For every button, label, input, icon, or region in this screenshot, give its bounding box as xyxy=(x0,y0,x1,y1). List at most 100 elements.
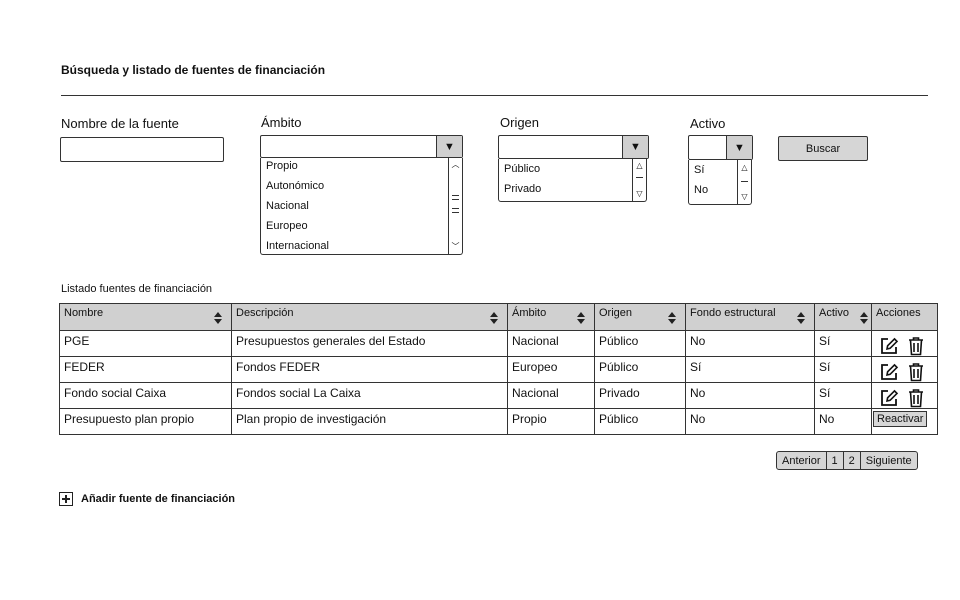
ambito-option[interactable]: Internacional xyxy=(266,240,329,252)
activo-select[interactable]: ▼ xyxy=(688,135,753,160)
cell-activo: Sí xyxy=(814,356,872,383)
sort-icon[interactable] xyxy=(576,311,586,325)
table-row: PGE Presupuestos generales del Estado Na… xyxy=(59,330,938,357)
prev-page-button[interactable]: Anterior xyxy=(777,452,826,469)
cell-descripcion: Fondos social La Caixa xyxy=(231,382,508,409)
activo-listbox[interactable]: Sí No △ ▽ xyxy=(688,160,752,205)
origen-option[interactable]: Público xyxy=(504,163,540,175)
activo-label: Activo xyxy=(690,116,726,131)
cell-origen: Público xyxy=(594,356,686,383)
add-source-label: Añadir fuente de financiación xyxy=(81,493,236,505)
cell-fondo: No xyxy=(685,408,815,435)
activo-scrollbar[interactable]: △ ▽ xyxy=(737,160,751,204)
cell-ambito: Nacional xyxy=(507,330,595,357)
col-header-fondo[interactable]: Fondo estructural xyxy=(685,303,815,331)
activo-option[interactable]: No xyxy=(694,184,708,196)
scroll-down-icon[interactable]: ﹀ xyxy=(449,242,462,252)
cell-ambito: Nacional xyxy=(507,382,595,409)
ambito-select[interactable]: ▼ xyxy=(260,135,463,158)
col-header-label: Fondo estructural xyxy=(690,307,776,319)
cell-activo: Sí xyxy=(814,330,872,357)
cell-descripcion: Presupuestos generales del Estado xyxy=(231,330,508,357)
scroll-down-icon[interactable]: ▽ xyxy=(738,192,751,202)
cell-fondo: Sí xyxy=(685,356,815,383)
origen-scrollbar[interactable]: △ ▽ xyxy=(632,159,646,201)
activo-option[interactable]: Sí xyxy=(694,164,704,176)
page-button-2[interactable]: 2 xyxy=(842,452,860,469)
nombre-label: Nombre de la fuente xyxy=(61,116,179,131)
col-header-label: Origen xyxy=(599,307,633,319)
cell-acciones xyxy=(871,382,938,409)
caret-down-icon[interactable]: ▼ xyxy=(726,136,752,159)
table-row: Fondo social Caixa Fondos social La Caix… xyxy=(59,382,938,409)
cell-origen: Público xyxy=(594,330,686,357)
table-row: FEDER Fondos FEDER Europeo Público Sí Sí xyxy=(59,356,938,383)
cell-descripcion: Plan propio de investigación xyxy=(231,408,508,435)
cell-ambito: Europeo xyxy=(507,356,595,383)
table-header-row: Nombre Descripción Ámbito Origen Fondo e… xyxy=(59,303,938,331)
next-page-button[interactable]: Siguiente xyxy=(859,452,917,469)
search-button[interactable]: Buscar xyxy=(778,136,868,161)
origen-listbox[interactable]: Público Privado △ ▽ xyxy=(498,159,647,202)
sort-icon[interactable] xyxy=(489,311,499,325)
ambito-label: Ámbito xyxy=(261,115,302,130)
col-header-ambito[interactable]: Ámbito xyxy=(507,303,595,331)
cell-nombre: FEDER xyxy=(59,356,232,383)
scroll-up-icon[interactable]: △ xyxy=(738,163,751,173)
col-header-label: Nombre xyxy=(64,307,104,319)
col-header-nombre[interactable]: Nombre xyxy=(59,303,232,331)
ambito-listbox[interactable]: Propio Autonómico Nacional Europeo Inter… xyxy=(260,158,463,255)
cell-origen: Privado xyxy=(594,382,686,409)
cell-nombre: PGE xyxy=(59,330,232,357)
ambito-option[interactable]: Nacional xyxy=(266,200,309,212)
pagination: Anterior 1 2 Siguiente xyxy=(776,451,918,470)
trash-icon[interactable] xyxy=(907,336,925,356)
trash-icon[interactable] xyxy=(907,362,925,382)
cell-acciones: Reactivar xyxy=(871,408,938,435)
sort-icon[interactable] xyxy=(213,311,223,325)
edit-icon[interactable] xyxy=(879,362,899,382)
sort-icon[interactable] xyxy=(667,311,677,325)
col-header-descripcion[interactable]: Descripción xyxy=(231,303,508,331)
scroll-up-icon[interactable]: △ xyxy=(633,161,646,171)
col-header-activo[interactable]: Activo xyxy=(814,303,872,331)
plus-box-icon[interactable] xyxy=(59,492,73,506)
scroll-down-icon[interactable]: ▽ xyxy=(633,189,646,199)
cell-acciones xyxy=(871,356,938,383)
cell-fondo: No xyxy=(685,382,815,409)
add-source-link[interactable]: Añadir fuente de financiación xyxy=(59,492,235,506)
col-header-label: Descripción xyxy=(236,307,294,319)
cell-nombre: Fondo social Caixa xyxy=(59,382,232,409)
reactivate-button[interactable]: Reactivar xyxy=(873,411,928,427)
origen-label: Origen xyxy=(500,115,540,130)
cell-ambito: Propio xyxy=(507,408,595,435)
col-header-acciones: Acciones xyxy=(871,303,938,331)
origen-option[interactable]: Privado xyxy=(504,183,541,195)
edit-icon[interactable] xyxy=(879,336,899,356)
caret-down-icon[interactable]: ▼ xyxy=(622,136,648,158)
ambito-option[interactable]: Autonómico xyxy=(266,180,324,192)
trash-icon[interactable] xyxy=(907,388,925,408)
cell-origen: Público xyxy=(594,408,686,435)
edit-icon[interactable] xyxy=(879,388,899,408)
title-divider xyxy=(61,95,928,96)
cell-acciones xyxy=(871,330,938,357)
nombre-input[interactable] xyxy=(60,137,224,162)
ambito-option[interactable]: Europeo xyxy=(266,220,308,232)
col-header-origen[interactable]: Origen xyxy=(594,303,686,331)
caret-down-icon[interactable]: ▼ xyxy=(436,136,462,157)
ambito-option[interactable]: Propio xyxy=(266,160,298,172)
table-row: Presupuesto plan propio Plan propio de i… xyxy=(59,408,938,435)
scroll-thumb[interactable] xyxy=(636,177,643,179)
page-button-1[interactable]: 1 xyxy=(825,452,843,469)
origen-select[interactable]: ▼ xyxy=(498,135,649,159)
sort-icon[interactable] xyxy=(796,311,806,325)
ambito-scrollbar[interactable]: ︿ ﹀ xyxy=(448,158,462,254)
sort-icon[interactable] xyxy=(859,311,869,325)
scroll-thumb[interactable] xyxy=(452,208,459,213)
col-header-label: Ámbito xyxy=(512,307,547,319)
scroll-thumb[interactable] xyxy=(452,195,459,200)
scroll-thumb[interactable] xyxy=(741,181,748,183)
scroll-up-icon[interactable]: ︿ xyxy=(449,160,462,170)
cell-activo: Sí xyxy=(814,382,872,409)
